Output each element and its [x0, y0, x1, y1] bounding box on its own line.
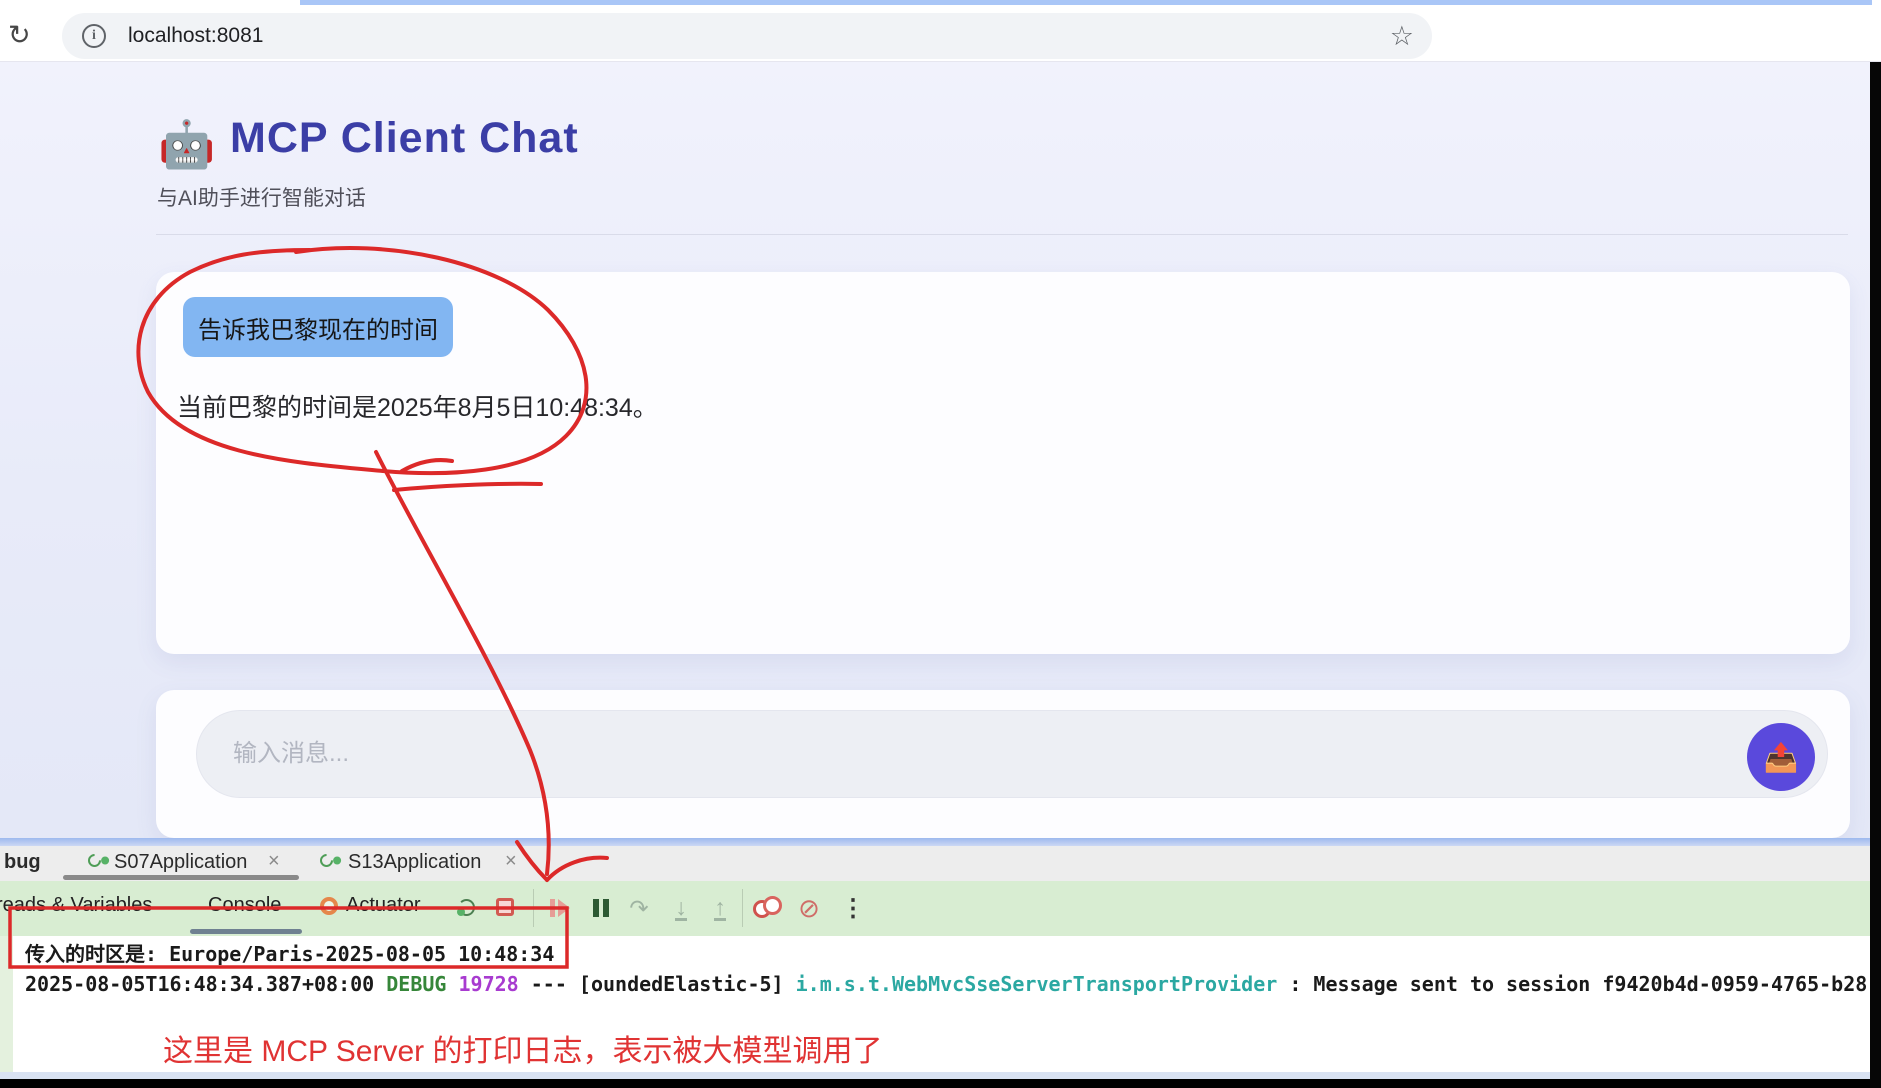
pause-bar [603, 899, 609, 917]
header-divider [156, 234, 1848, 235]
step-out-glyph: ↑ [714, 896, 726, 921]
close-icon[interactable]: × [268, 850, 280, 873]
log-pid: 19728 [458, 972, 530, 996]
console-log-line-debug: 2025-08-05T16:48:34.387+08:00 DEBUG 1972… [25, 972, 1867, 996]
log-thread: --- [oundedElastic-5] [531, 972, 796, 996]
actuator-icon [320, 897, 338, 915]
assistant-message: 当前巴黎的时间是2025年8月5日10:48:34。 [177, 388, 658, 424]
tab-s07application[interactable]: S07Application [114, 851, 247, 874]
send-button[interactable]: 📤 [1747, 723, 1815, 791]
tab-debug-partial[interactable]: bug [4, 851, 41, 874]
step-over-icon[interactable]: ↷ [624, 893, 654, 923]
step-out-icon[interactable]: ↑ [705, 893, 735, 923]
mute-breakpoints-icon[interactable]: ⊘ [794, 893, 824, 923]
tab-console[interactable]: Console [208, 894, 281, 917]
site-info-icon[interactable]: i [82, 24, 106, 48]
robot-emoji-icon: 🤖 [158, 117, 215, 172]
page-subtitle: 与AI助手进行智能对话 [157, 182, 366, 212]
send-icon: 📤 [1764, 741, 1799, 774]
chat-messages-panel: 告诉我巴黎现在的时间 当前巴黎的时间是2025年8月5日10:48:34。 [156, 272, 1850, 654]
step-into-glyph: ↓ [675, 896, 687, 921]
log-message: : Message sent to session f9420b4d-0959-… [1277, 972, 1867, 996]
selected-tab-underline [63, 875, 299, 880]
selected-console-underline [190, 929, 302, 934]
close-icon[interactable]: × [505, 850, 517, 873]
resume-icon[interactable] [545, 893, 575, 923]
spring-run-icon [85, 851, 103, 869]
mcp-chat-page: 🤖 MCP Client Chat 与AI助手进行智能对话 告诉我巴黎现在的时间… [0, 62, 1872, 838]
log-level: DEBUG [386, 972, 458, 996]
resume-bar [550, 899, 555, 917]
more-options-icon[interactable]: ⋮ [838, 893, 868, 923]
red-annotation-text: 这里是 MCP Server 的打印日志，表示被大模型调用了 [163, 1026, 883, 1070]
resume-triangle [558, 899, 570, 917]
user-message-bubble: 告诉我巴黎现在的时间 [183, 297, 453, 357]
rerun-icon[interactable] [458, 899, 475, 916]
console-log-line-timezone: 传入的时区是: Europe/Paris-2025-08-05 10:48:34 [25, 938, 554, 967]
step-into-icon[interactable]: ↓ [666, 893, 696, 923]
view-breakpoints-icon[interactable] [752, 895, 782, 919]
pause-icon[interactable] [586, 893, 616, 923]
browser-window-bottom-edge [0, 838, 1872, 846]
debugger-toolbar: reads & Variables Console Actuator ↷ ↓ ↑… [0, 881, 1870, 936]
url-text[interactable]: localhost:8081 [128, 24, 263, 48]
browser-toolbar: ↻ i localhost:8081 ☆ S G md ABP FE [0, 0, 1881, 62]
bookmark-star-icon[interactable]: ☆ [1390, 21, 1414, 52]
message-input-panel: 📤 [156, 690, 1850, 838]
address-bar[interactable]: i localhost:8081 ☆ [62, 13, 1432, 59]
console-gutter [0, 936, 13, 1072]
reload-icon[interactable]: ↻ [8, 20, 31, 51]
ide-run-tab-bar: bug S07Application × S13Application × [0, 846, 1870, 881]
log-timestamp: 2025-08-05T16:48:34.387+08:00 [25, 972, 386, 996]
log-class: i.m.s.t.WebMvcSseServerTransportProvider [796, 972, 1278, 996]
screen: ↻ i localhost:8081 ☆ S G md ABP FE 🤖 MCP… [0, 0, 1881, 1088]
pause-bar [593, 899, 599, 917]
toolbar-divider [533, 889, 534, 927]
message-input[interactable] [196, 710, 1828, 798]
screen-bottom-bar [0, 1079, 1881, 1088]
tab-actuator[interactable]: Actuator [346, 894, 420, 917]
console-output[interactable]: 传入的时区是: Europe/Paris-2025-08-05 10:48:34… [0, 936, 1870, 1072]
tab-threads-variables[interactable]: reads & Variables [0, 894, 152, 917]
window-top-edge [300, 0, 1872, 5]
toolbar-divider [742, 889, 743, 927]
ide-bottom-edge [0, 1072, 1872, 1079]
page-title: MCP Client Chat [230, 114, 579, 163]
stop-icon[interactable] [496, 898, 514, 916]
tab-s13application[interactable]: S13Application [348, 851, 481, 874]
screen-right-bar [1870, 62, 1881, 1088]
spring-run-icon [317, 851, 335, 869]
